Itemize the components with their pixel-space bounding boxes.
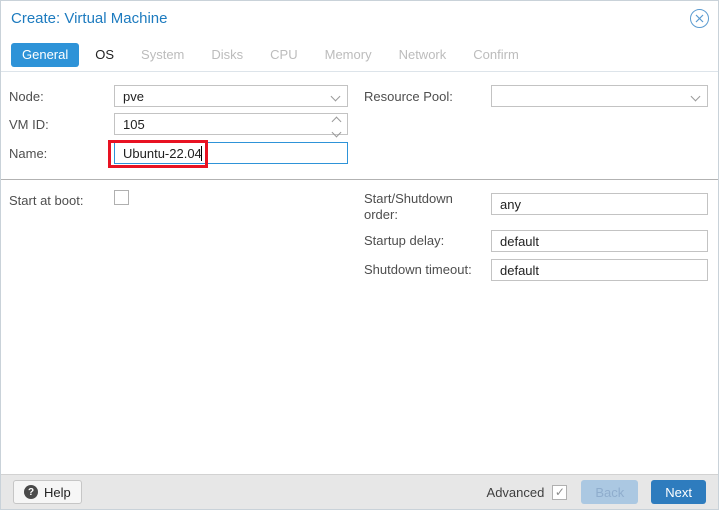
help-button[interactable]: ? Help bbox=[13, 480, 82, 504]
dialog-header: Create: Virtual Machine bbox=[1, 1, 718, 39]
create-vm-dialog: Create: Virtual Machine General OS Syste… bbox=[0, 0, 719, 510]
tab-disks: Disks bbox=[211, 47, 244, 62]
spinner-down-icon[interactable] bbox=[331, 127, 341, 138]
question-mark-icon: ? bbox=[24, 485, 38, 499]
section-divider bbox=[1, 179, 718, 180]
start-at-boot-checkbox[interactable] bbox=[114, 190, 129, 205]
dialog-title: Create: Virtual Machine bbox=[11, 10, 168, 27]
name-label: Name: bbox=[9, 146, 48, 161]
advanced-checkbox[interactable]: ✓ bbox=[552, 484, 568, 500]
tab-os[interactable]: OS bbox=[84, 43, 125, 67]
startup-order-label: Start/Shutdown order: bbox=[364, 191, 453, 222]
tab-memory: Memory bbox=[324, 47, 372, 62]
node-label: Node: bbox=[9, 89, 44, 104]
help-button-label: Help bbox=[44, 484, 71, 500]
resource-pool-combobox[interactable] bbox=[491, 85, 708, 107]
checkmark-icon: ✓ bbox=[554, 485, 565, 499]
resource-pool-label: Resource Pool: bbox=[364, 89, 453, 104]
next-button[interactable]: Next bbox=[651, 480, 706, 504]
start-at-boot-label: Start at boot: bbox=[9, 193, 84, 208]
back-button: Back bbox=[581, 480, 639, 504]
dialog-footer: ? Help Advanced ✓ Back Next bbox=[1, 474, 718, 509]
shutdown-timeout-input[interactable] bbox=[491, 259, 708, 281]
shutdown-timeout-label: Shutdown timeout: bbox=[364, 262, 472, 277]
tab-general[interactable]: General bbox=[11, 43, 80, 67]
wizard-tabbar: General OS System Disks CPU Memory Netwo… bbox=[1, 41, 718, 72]
spinner-up-icon[interactable] bbox=[331, 116, 341, 127]
x-glyph bbox=[695, 14, 704, 23]
vm-id-label: VM ID: bbox=[9, 117, 49, 132]
startup-delay-input[interactable] bbox=[491, 230, 708, 252]
startup-order-input[interactable] bbox=[491, 193, 708, 215]
tab-system: System bbox=[141, 47, 185, 62]
tab-cpu: CPU bbox=[270, 47, 298, 62]
close-icon[interactable] bbox=[690, 9, 709, 28]
vm-id-spinner-field[interactable] bbox=[114, 113, 348, 135]
name-input[interactable] bbox=[114, 142, 348, 164]
tab-confirm: Confirm bbox=[473, 47, 519, 62]
startup-delay-label: Startup delay: bbox=[364, 233, 445, 248]
vm-id-spinner-icon[interactable] bbox=[328, 116, 344, 138]
advanced-label: Advanced bbox=[486, 484, 545, 500]
node-combobox[interactable] bbox=[114, 85, 348, 107]
text-cursor bbox=[201, 146, 202, 161]
tab-network: Network bbox=[398, 47, 447, 62]
